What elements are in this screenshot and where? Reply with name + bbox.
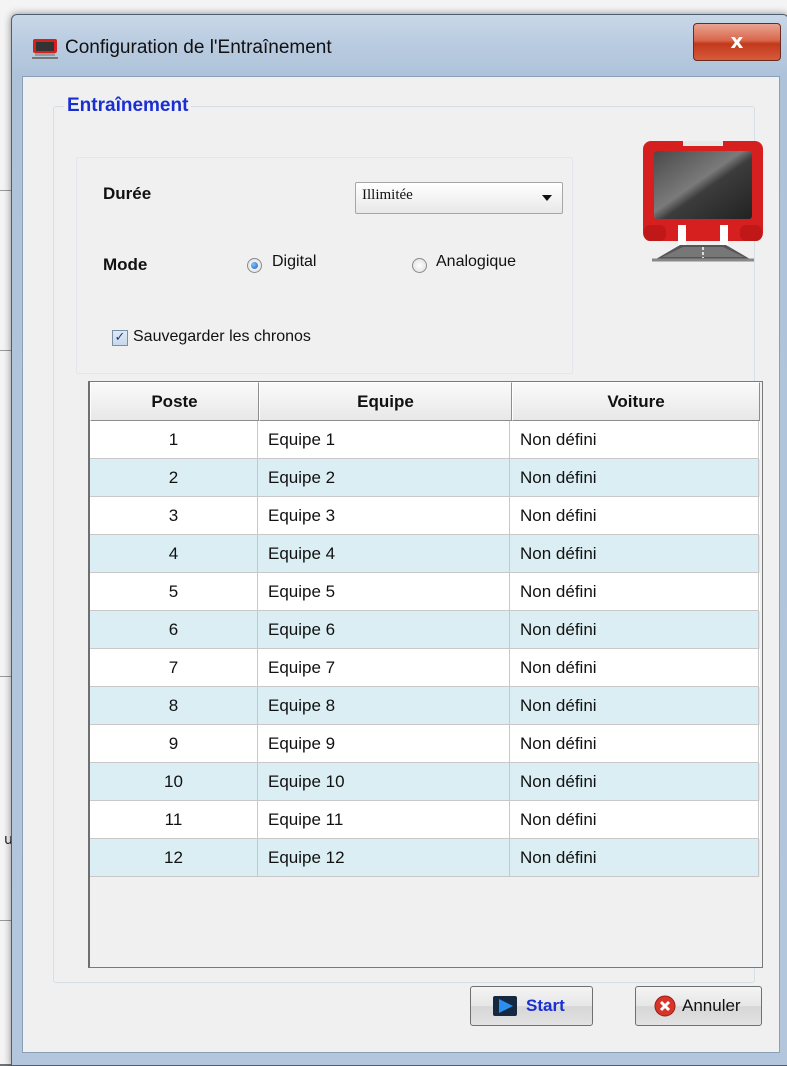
save-chronos-checkbox[interactable]: ✓	[112, 330, 128, 346]
cell-voiture: Non défini	[510, 725, 759, 763]
mode-label: Mode	[103, 255, 148, 274]
dialog-content: Entraînement Durée Illimitée Mode Digita…	[22, 76, 780, 1053]
table-row[interactable]: 7 Equipe 7 Non défini	[90, 649, 760, 687]
cell-poste: 1	[90, 421, 258, 459]
cell-voiture: Non défini	[510, 687, 759, 725]
cell-equipe: Equipe 7	[258, 649, 510, 687]
title-bar[interactable]: Configuration de l'Entraînement x	[12, 15, 787, 71]
radio-digital-label[interactable]: Digital	[272, 253, 316, 271]
table-row[interactable]: 1 Equipe 1 Non défini	[90, 421, 760, 459]
cell-equipe: Equipe 5	[258, 573, 510, 611]
cell-poste: 5	[90, 573, 258, 611]
cell-voiture: Non défini	[510, 801, 759, 839]
cell-voiture: Non défini	[510, 421, 759, 459]
table-row[interactable]: 10 Equipe 10 Non défini	[90, 763, 760, 801]
table-body: 1 Equipe 1 Non défini 2 Equipe 2 Non déf…	[90, 421, 760, 877]
chevron-down-icon	[542, 195, 552, 201]
table-row[interactable]: 12 Equipe 12 Non défini	[90, 839, 760, 877]
start-button[interactable]: Start	[470, 986, 593, 1026]
cell-poste: 6	[90, 611, 258, 649]
cancel-icon	[654, 995, 676, 1017]
cell-voiture: Non défini	[510, 839, 759, 877]
table-row[interactable]: 2 Equipe 2 Non défini	[90, 459, 760, 497]
group-title: Entraînement	[64, 95, 192, 117]
cell-poste: 3	[90, 497, 258, 535]
save-chronos-label[interactable]: Sauvegarder les chronos	[133, 328, 311, 346]
cell-voiture: Non défini	[510, 611, 759, 649]
cell-equipe: Equipe 9	[258, 725, 510, 763]
table-row[interactable]: 6 Equipe 6 Non défini	[90, 611, 760, 649]
column-header-voiture[interactable]: Voiture	[512, 382, 760, 421]
table-row[interactable]: 3 Equipe 3 Non défini	[90, 497, 760, 535]
app-logo-icon	[643, 141, 763, 262]
window-title: Configuration de l'Entraînement	[65, 37, 332, 58]
dialog-window: Configuration de l'Entraînement x Entraî…	[11, 14, 787, 1066]
cell-poste: 9	[90, 725, 258, 763]
cell-poste: 7	[90, 649, 258, 687]
cell-equipe: Equipe 6	[258, 611, 510, 649]
cell-voiture: Non défini	[510, 497, 759, 535]
column-header-equipe[interactable]: Equipe	[259, 382, 512, 421]
cell-poste: 2	[90, 459, 258, 497]
cell-voiture: Non défini	[510, 649, 759, 687]
duree-label: Durée	[103, 184, 152, 203]
close-icon: x	[730, 29, 744, 53]
table-row[interactable]: 9 Equipe 9 Non défini	[90, 725, 760, 763]
cell-voiture: Non défini	[510, 535, 759, 573]
cell-voiture: Non défini	[510, 459, 759, 497]
team-table[interactable]: Poste Equipe Voiture 1 Equipe 1 Non défi…	[88, 381, 763, 968]
cell-poste: 4	[90, 535, 258, 573]
column-header-poste[interactable]: Poste	[90, 382, 259, 421]
cell-equipe: Equipe 10	[258, 763, 510, 801]
cell-poste: 8	[90, 687, 258, 725]
start-button-label: Start	[526, 996, 565, 1015]
play-icon	[493, 996, 517, 1016]
radio-digital[interactable]	[247, 258, 262, 273]
close-button[interactable]: x	[693, 23, 781, 61]
cell-equipe: Equipe 2	[258, 459, 510, 497]
cell-equipe: Equipe 8	[258, 687, 510, 725]
cancel-button[interactable]: Annuler	[635, 986, 762, 1026]
cell-equipe: Equipe 3	[258, 497, 510, 535]
cell-poste: 10	[90, 763, 258, 801]
table-row[interactable]: 11 Equipe 11 Non défini	[90, 801, 760, 839]
table-header: Poste Equipe Voiture	[90, 382, 760, 421]
radio-analogique-label[interactable]: Analogique	[436, 253, 516, 271]
table-row[interactable]: 5 Equipe 5 Non défini	[90, 573, 760, 611]
cancel-button-label: Annuler	[682, 996, 741, 1015]
duree-select[interactable]: Illimitée	[355, 182, 563, 214]
cell-equipe: Equipe 4	[258, 535, 510, 573]
radio-analogique[interactable]	[412, 258, 427, 273]
table-row[interactable]: 8 Equipe 8 Non défini	[90, 687, 760, 725]
cell-poste: 11	[90, 801, 258, 839]
cell-voiture: Non défini	[510, 573, 759, 611]
cell-equipe: Equipe 1	[258, 421, 510, 459]
cell-voiture: Non défini	[510, 763, 759, 801]
cell-equipe: Equipe 12	[258, 839, 510, 877]
duree-select-value: Illimitée	[362, 187, 413, 203]
cell-poste: 12	[90, 839, 258, 877]
app-logo-icon	[32, 39, 58, 59]
cell-equipe: Equipe 11	[258, 801, 510, 839]
table-row[interactable]: 4 Equipe 4 Non défini	[90, 535, 760, 573]
